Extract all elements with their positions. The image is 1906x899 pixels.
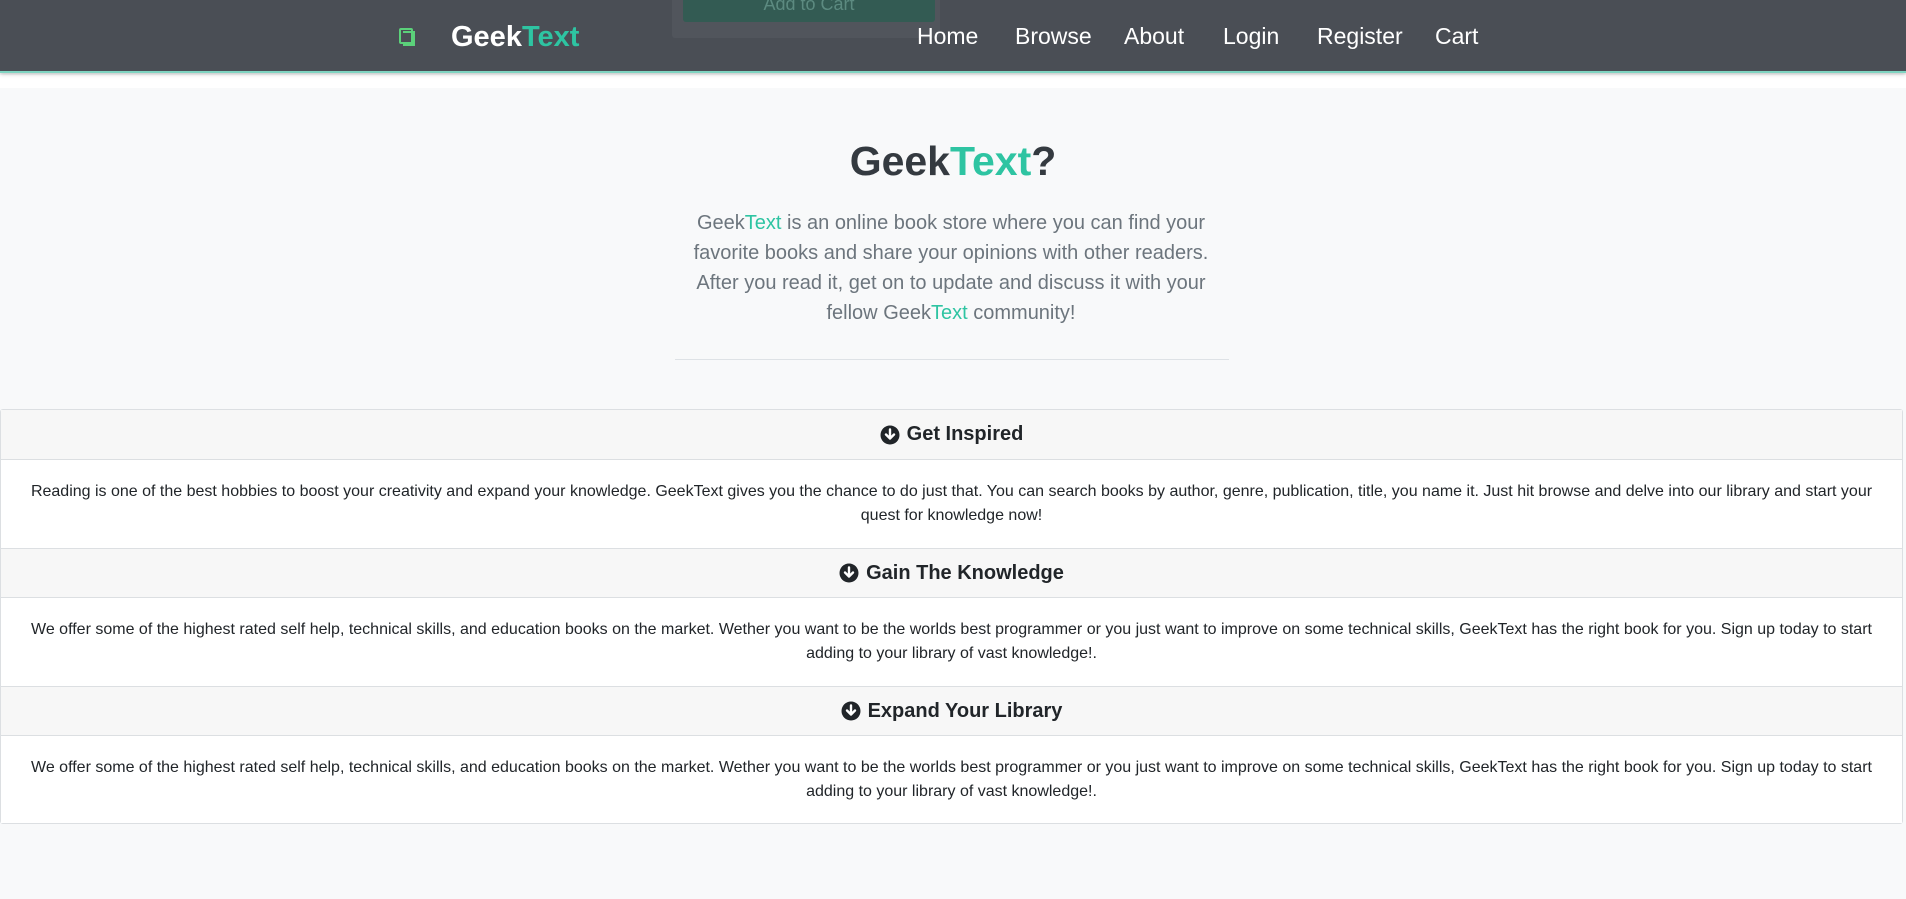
arrow-circle-down-icon [880, 425, 900, 445]
accordion-title: Expand Your Library [867, 699, 1063, 722]
accordion-header-expand-library[interactable]: Expand Your Library [1, 686, 1902, 736]
hero-description: GeekText is an online book store where y… [673, 208, 1229, 328]
desc-geek: Geek [696, 212, 745, 234]
nav-about[interactable]: About [1124, 20, 1184, 52]
accordion-body: Reading is one of the best hobbies to bo… [1, 460, 1902, 548]
desc-text-2: Text [931, 302, 968, 324]
navbar: Add to Cart GeekText Home Browse About L… [0, 0, 1906, 73]
nav-home[interactable]: Home [917, 20, 978, 52]
nav-links: Home Browse About Login Register Cart [0, 0, 1906, 73]
accordion-title: Gain The Knowledge [866, 561, 1064, 584]
nav-browse[interactable]: Browse [1015, 20, 1092, 52]
title-geek: Geek [849, 138, 950, 184]
nav-cart[interactable]: Cart [1435, 20, 1478, 52]
accordion-body: We offer some of the highest rated self … [1, 598, 1902, 686]
accordion-header-gain-knowledge[interactable]: Gain The Knowledge [1, 548, 1902, 598]
desc-text: Text [744, 212, 782, 234]
accordion-item: Get Inspired Reading is one of the best … [1, 410, 1902, 548]
desc-end: community! [967, 302, 1076, 324]
title-text: Text [950, 138, 1032, 184]
accordion-title: Get Inspired [906, 423, 1024, 445]
arrow-circle-down-icon [841, 701, 861, 721]
accordion-body: We offer some of the highest rated self … [1, 736, 1902, 823]
accordion-item: Gain The Knowledge We offer some of the … [1, 548, 1902, 686]
navbar-spacer [0, 75, 1906, 88]
arrow-circle-down-icon [839, 563, 859, 583]
title-question: ? [1031, 138, 1057, 184]
nav-login[interactable]: Login [1223, 20, 1279, 52]
info-accordion: Get Inspired Reading is one of the best … [0, 409, 1903, 824]
accordion-item: Expand Your Library We offer some of the… [1, 686, 1902, 823]
nav-register[interactable]: Register [1317, 20, 1403, 52]
accordion-header-get-inspired[interactable]: Get Inspired [1, 410, 1902, 460]
desc-geek-2: Geek [883, 302, 931, 324]
page-title: GeekText? [0, 136, 1906, 186]
divider [675, 359, 1229, 360]
